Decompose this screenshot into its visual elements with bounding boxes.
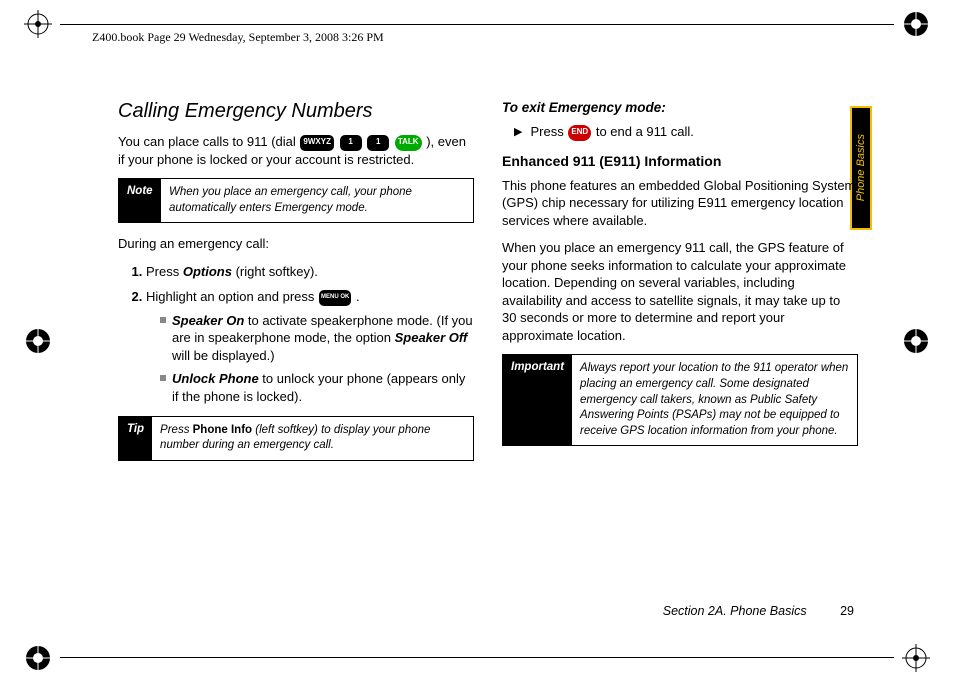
sub-option-unlock: Unlock Phone to unlock your phone (appea…: [160, 370, 474, 405]
intro-paragraph: You can place calls to 911 (dial 9WXYZ 1…: [118, 133, 474, 168]
crop-mark-icon: [24, 10, 52, 38]
key-end-icon: END: [568, 125, 591, 141]
page-content: Calling Emergency Numbers You can place …: [118, 100, 858, 620]
crop-line-bottom: [60, 657, 894, 658]
note-callout: Note When you place an emergency call, y…: [118, 178, 474, 223]
section-title: Calling Emergency Numbers: [118, 100, 474, 123]
important-body: Always report your location to the 911 o…: [572, 355, 857, 445]
e911-p1: This phone features an embedded Global P…: [502, 177, 858, 230]
key-menu-ok-icon: MENU OK: [319, 290, 351, 306]
tip-callout: Tip Press Phone Info (left softkey) to d…: [118, 416, 474, 461]
note-body: When you place an emergency call, your p…: [161, 179, 473, 222]
crop-line-top: [60, 24, 894, 25]
page-footer: Section 2A. Phone Basics 29: [663, 604, 854, 618]
steps-list: Press Options (right softkey). Highlight…: [146, 263, 474, 406]
footer-section: Section 2A. Phone Basics: [663, 604, 807, 618]
arrow-icon: ▶: [514, 125, 522, 141]
exit-mode-heading: To exit Emergency mode:: [502, 100, 858, 115]
note-label: Note: [119, 179, 161, 222]
bullet-icon: [160, 317, 166, 323]
exit-step: ▶ Press END to end a 911 call.: [514, 123, 858, 141]
crop-mark-icon: [24, 327, 52, 355]
step-1: Press Options (right softkey).: [146, 263, 474, 281]
key-1-icon: 1: [340, 135, 362, 151]
key-9-icon: 9WXYZ: [300, 135, 334, 151]
important-label: Important: [503, 355, 572, 445]
crop-mark-icon: [902, 644, 930, 672]
important-callout: Important Always report your location to…: [502, 354, 858, 446]
key-talk-icon: TALK: [395, 135, 422, 151]
crop-mark-icon: [902, 327, 930, 355]
e911-p2: When you place an emergency 911 call, th…: [502, 239, 858, 344]
crop-mark-icon: [24, 644, 52, 672]
left-column: Calling Emergency Numbers You can place …: [118, 100, 474, 620]
sub-options: Speaker On to activate speakerphone mode…: [160, 312, 474, 406]
tip-body: Press Phone Info (left softkey) to displ…: [152, 417, 473, 460]
footer-page-number: 29: [840, 604, 854, 618]
key-1-icon: 1: [367, 135, 389, 151]
crop-mark-icon: [902, 10, 930, 38]
e911-heading: Enhanced 911 (E911) Information: [502, 153, 858, 169]
step-2: Highlight an option and press MENU OK . …: [146, 288, 474, 405]
sub-option-speaker: Speaker On to activate speakerphone mode…: [160, 312, 474, 365]
during-paragraph: During an emergency call:: [118, 235, 474, 253]
tip-label: Tip: [119, 417, 152, 460]
right-column: To exit Emergency mode: ▶ Press END to e…: [502, 100, 858, 620]
page-header: Z400.book Page 29 Wednesday, September 3…: [92, 30, 384, 45]
bullet-icon: [160, 375, 166, 381]
